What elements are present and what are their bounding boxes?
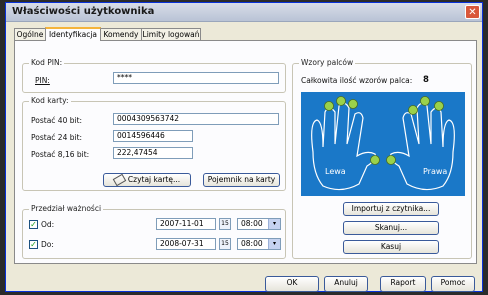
to-checkbox[interactable]: ✓ (29, 240, 38, 249)
chevron-down-icon[interactable]: ▾ (268, 239, 280, 249)
from-calendar-button[interactable]: 15 (219, 218, 231, 230)
scan-button[interactable]: Skanuj... (343, 221, 439, 235)
right-hand-outline (390, 102, 455, 191)
tab-identification[interactable]: Identyfikacja (45, 27, 101, 41)
finger-total-value: 8 (423, 75, 429, 85)
finger-marker-left-little[interactable] (324, 101, 334, 111)
finger-legend: Wzory palców (299, 58, 356, 67)
finger-total-label: Całkowita ilość wzorów palca: (301, 76, 413, 85)
read-card-button[interactable]: Czytaj kartę... (103, 173, 191, 187)
chevron-down-icon[interactable]: ▾ (268, 219, 280, 229)
finger-marker-right-thumb[interactable] (386, 155, 396, 165)
from-time-value: 08:00 (241, 219, 263, 228)
identification-panel: Kod PIN: PIN: **** Kod karty: Postać 40 … (14, 40, 477, 264)
right-hand-label: Prawa (423, 167, 447, 176)
from-label: Od: (41, 220, 55, 229)
import-from-reader-button[interactable]: Importuj z czytnika... (343, 202, 439, 216)
finger-marker-left-middle[interactable] (348, 99, 358, 109)
left-hand-outline (311, 102, 376, 191)
finger-map: Lewa Prawa (301, 92, 465, 196)
validity-group: Przedział ważności ✓ Od: 2007-11-01 15 0… (22, 204, 286, 259)
to-label: Do: (41, 240, 54, 249)
from-checkbox[interactable]: ✓ (29, 220, 38, 229)
card-container-button[interactable]: Pojemnik na karty (203, 173, 280, 187)
close-button[interactable]: ✕ (465, 5, 480, 19)
help-button[interactable]: Pomoc (431, 276, 475, 292)
card-legend: Kod karty: (29, 96, 71, 105)
pin-field[interactable]: **** (113, 72, 279, 84)
title-bar: Właściwości użytkownika ✕ (6, 3, 482, 22)
from-time-select[interactable]: 08:00 ▾ (237, 218, 281, 230)
finger-marker-right-ring[interactable] (434, 101, 444, 111)
pin-label: PIN: (35, 76, 50, 85)
card-40bit-field[interactable]: 000430956374​2 (113, 113, 279, 125)
user-properties-window: Właściwości użytkownika ✕ Ogólne Identyf… (5, 2, 483, 292)
window-title: Właściwości użytkownika (12, 6, 155, 17)
pin-legend: Kod PIN: (29, 58, 65, 67)
card-24bit-field[interactable]: 0014596446 (113, 130, 193, 142)
card-icon (112, 173, 127, 187)
tab-commands[interactable]: Komendy (100, 28, 142, 40)
read-card-label: Czytaj kartę... (127, 175, 181, 184)
cancel-button[interactable]: Anuluj (324, 276, 368, 292)
finger-marker-left-ring[interactable] (336, 96, 346, 106)
finger-marker-right-middle[interactable] (420, 96, 430, 106)
card-group: Kod karty: Postać 40 bit: 000430956374​2… (22, 96, 286, 191)
finger-marker-left-thumb[interactable] (370, 155, 380, 165)
hands-illustration: Lewa Prawa (311, 96, 455, 191)
to-time-select[interactable]: 08:00 ▾ (237, 238, 281, 250)
from-date-field[interactable]: 2007-11-01 (156, 218, 216, 230)
finger-patterns-group: Wzory palców Całkowita ilość wzorów palc… (292, 58, 472, 259)
validity-legend: Przedział ważności (29, 204, 104, 213)
card-816bit-field[interactable]: 222,47454 (113, 147, 193, 159)
pin-group: Kod PIN: PIN: **** (22, 58, 286, 93)
left-hand-label: Lewa (325, 167, 346, 176)
card-24bit-label: Postać 24 bit: (31, 133, 83, 142)
to-time-value: 08:00 (241, 239, 263, 248)
report-button[interactable]: Raport (380, 276, 426, 292)
finger-marker-right-index[interactable] (408, 105, 418, 115)
to-date-field[interactable]: 2008-07-31 (156, 238, 216, 250)
to-calendar-button[interactable]: 15 (219, 238, 231, 250)
tab-login-limits[interactable]: Limity logowań (141, 28, 201, 40)
delete-button[interactable]: Kasuj (343, 240, 439, 254)
card-816bit-label: Postać 8,16 bit: (31, 150, 90, 159)
ok-button[interactable]: OK (265, 276, 319, 292)
tab-general[interactable]: Ogólne (14, 28, 46, 40)
card-40bit-label: Postać 40 bit: (31, 116, 83, 125)
